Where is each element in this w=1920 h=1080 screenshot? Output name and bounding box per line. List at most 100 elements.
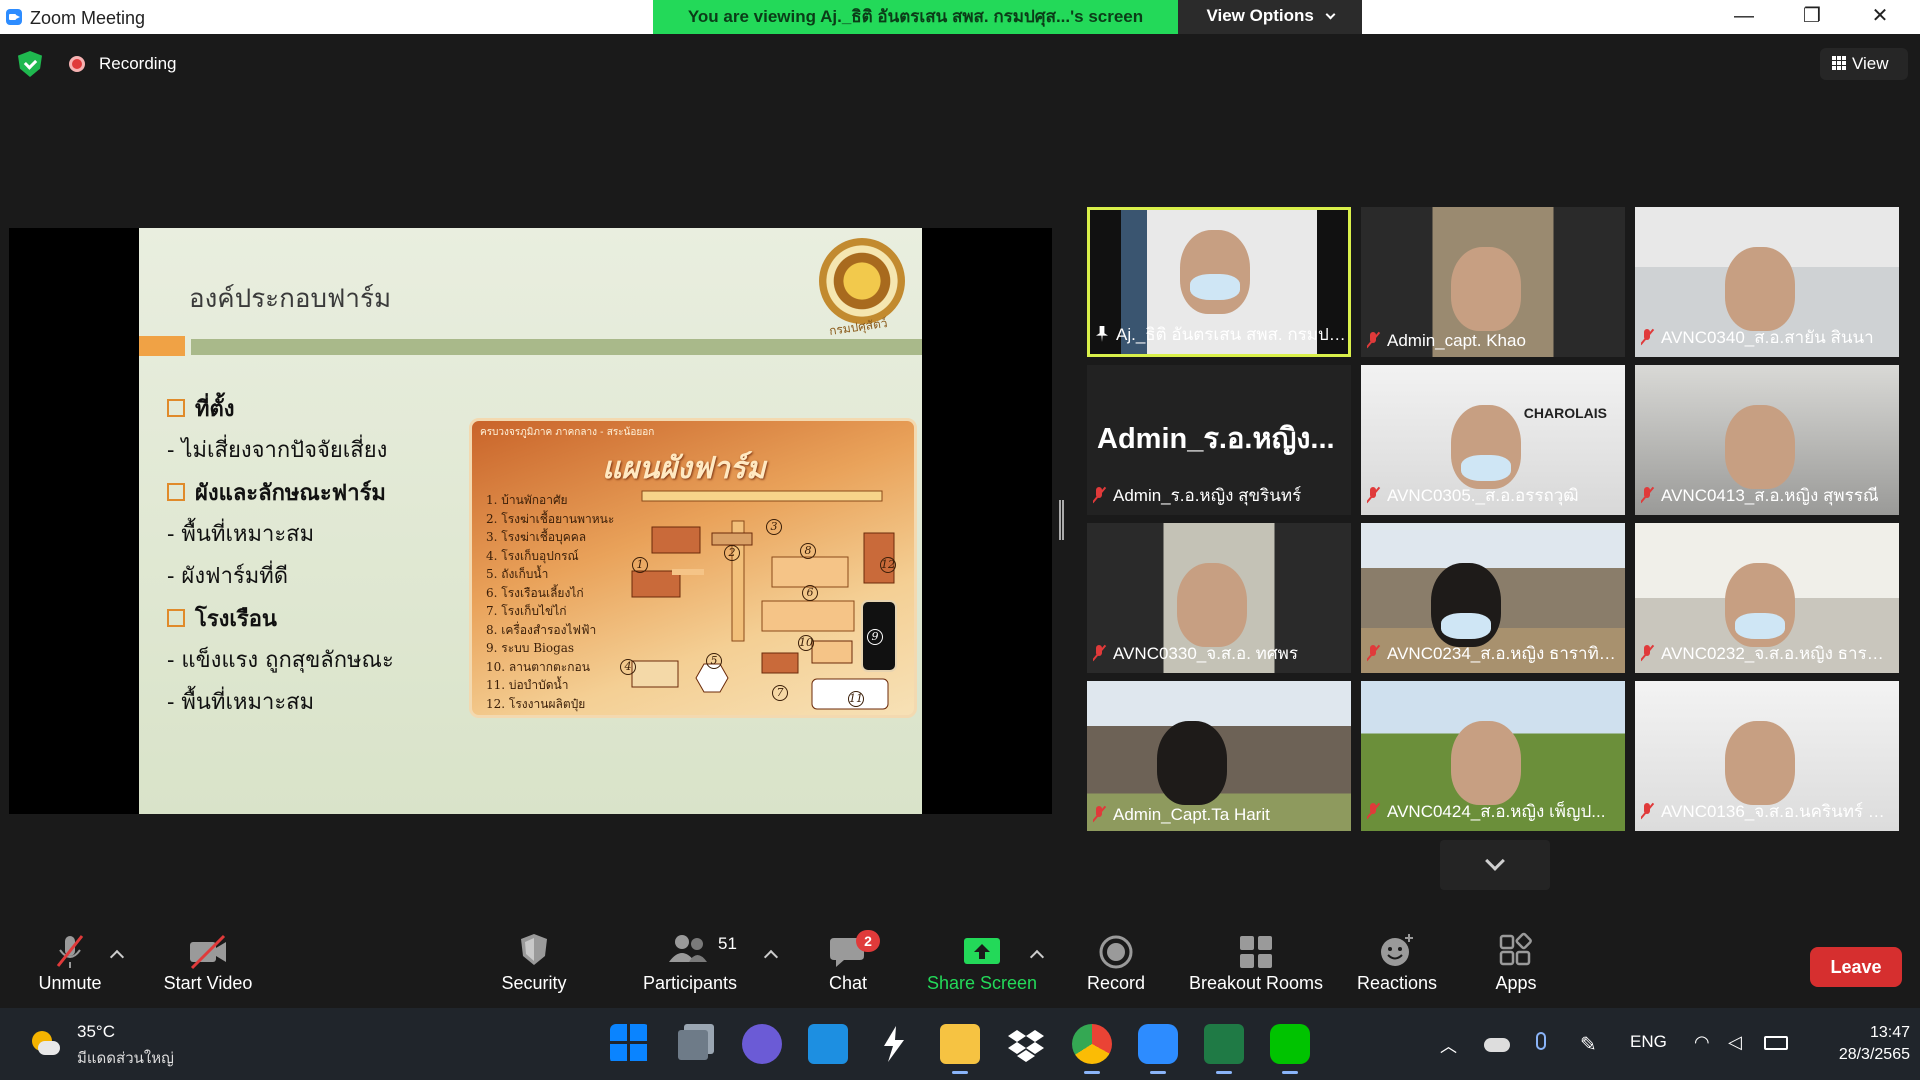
file-explorer-icon[interactable] (940, 1024, 980, 1074)
farm-map-number: 7 (772, 685, 788, 701)
participant-video (1177, 563, 1247, 647)
chrome-icon[interactable] (1072, 1024, 1112, 1074)
participant-tile[interactable]: AVNC0234_ส.อ.หญิง ธาราทิพ... (1361, 523, 1625, 673)
task-view-icon[interactable] (678, 1030, 708, 1060)
participant-name-label: AVNC0234_ส.อ.หญิง ธาราทิพ... (1367, 640, 1617, 667)
farm-map-number: 11 (848, 691, 864, 707)
teams-chat-icon[interactable] (742, 1024, 782, 1064)
weather-sun-cloud-icon[interactable] (30, 1031, 60, 1059)
leave-button[interactable]: Leave (1810, 947, 1902, 987)
zoom-app-icon (6, 9, 22, 25)
participant-name-label: Admin_ร.อ.หญิง สุขรินทร์ (1093, 482, 1301, 509)
participant-tile[interactable]: Admin_Capt.Ta Harit (1087, 681, 1351, 831)
pen-icon[interactable]: ✎ (1580, 1032, 1597, 1057)
view-button[interactable]: View (1820, 48, 1908, 80)
participant-video (1451, 721, 1521, 805)
speaker-icon[interactable]: ◁ (1728, 1032, 1742, 1053)
weather-temperature[interactable]: 35°C (77, 1022, 115, 1042)
system-clock[interactable]: 13:47 28/3/2565 (1818, 1022, 1910, 1066)
participant-name-label: AVNC0424_ส.อ.หญิง เพ็ญป... (1367, 798, 1605, 825)
participant-name-card: Admin_ร.อ.หญิง... (1097, 423, 1335, 455)
close-button[interactable]: ✕ (1846, 0, 1914, 34)
face-mask (1461, 455, 1511, 481)
slide-bullet-item: - พื้นที่เหมาะสม (167, 690, 315, 715)
panel-resize-handle[interactable] (1059, 500, 1064, 540)
recording-label[interactable]: Recording (99, 54, 177, 74)
participant-tile[interactable]: AVNC0424_ส.อ.หญิง เพ็ญป... (1361, 681, 1625, 831)
participant-tile[interactable]: Aj._ธิติ อันตรเสน สพส. กรมปศุส... (1087, 207, 1351, 357)
participant-tile[interactable]: AVNC0413_ส.อ.หญิง สุพรรณี (1635, 365, 1899, 515)
maximize-button[interactable]: ❐ (1778, 0, 1846, 34)
participant-tile[interactable]: Admin_ร.อ.หญิง... Admin_ร.อ.หญิง สุขรินทร… (1087, 365, 1351, 515)
clock-date: 28/3/2565 (1838, 1046, 1910, 1063)
security-button[interactable]: Security (486, 920, 582, 1008)
mic-off-icon (1093, 806, 1105, 822)
onedrive-cloud-icon[interactable] (1484, 1038, 1510, 1052)
face-mask (1735, 613, 1785, 639)
farm-map-number: 8 (800, 543, 816, 559)
bolt-app-icon[interactable] (874, 1024, 914, 1064)
participant-video (1451, 247, 1521, 331)
participants-button[interactable]: 51 Participants (630, 920, 750, 1008)
more-participants-button[interactable] (1440, 840, 1550, 890)
participant-name: Admin_Capt.Ta Harit (1113, 805, 1270, 824)
share-screen-button[interactable]: Share Screen (920, 920, 1044, 1008)
mail-icon[interactable] (808, 1024, 848, 1064)
line-app-icon[interactable] (1270, 1024, 1310, 1074)
breakout-rooms-button[interactable]: Breakout Rooms (1180, 920, 1332, 1008)
apps-label: Apps (1495, 973, 1537, 993)
windows-taskbar: 35°C มีแดดส่วนใหญ่ ︿ ✎ ENG ◠ ◁ 13:47 28/… (0, 1008, 1920, 1080)
participant-name: AVNC0340_ส.อ.สายัน สินนา (1661, 328, 1874, 347)
wifi-icon[interactable]: ◠ (1694, 1032, 1710, 1053)
participant-name: AVNC0136_จ.ส.อ.นครินทร์ สมิ... (1661, 802, 1891, 821)
encryption-shield-icon[interactable] (18, 51, 42, 77)
shared-screen[interactable]: องค์ประกอบฟาร์ม กรมปศุสัตว์ ที่ตั้ง - ไม่… (9, 228, 1052, 814)
record-icon (1099, 935, 1133, 969)
pin-icon (1096, 326, 1108, 342)
recording-icon[interactable] (69, 56, 85, 72)
participant-name: AVNC0330_จ.ส.อ. ทศพร (1113, 644, 1299, 663)
battery-icon[interactable] (1764, 1036, 1788, 1050)
view-options-button[interactable]: View Options (1178, 0, 1362, 34)
participant-video (1725, 721, 1795, 805)
language-indicator[interactable]: ENG (1630, 1032, 1667, 1052)
participant-tile[interactable]: AVNC0330_จ.ส.อ. ทศพร (1087, 523, 1351, 673)
zoom-taskbar-icon[interactable] (1138, 1024, 1178, 1074)
participant-tile[interactable]: AVNC0136_จ.ส.อ.นครินทร์ สมิ... (1635, 681, 1899, 831)
participant-name-label: AVNC0305._ส.อ.อรรถวุฒิ (1367, 482, 1579, 509)
weather-description[interactable]: มีแดดส่วนใหญ่ (77, 1046, 174, 1070)
participant-name: Admin_capt. Khao (1387, 331, 1526, 350)
minimize-button[interactable]: — (1710, 0, 1778, 34)
viewing-banner: You are viewing Aj._ธิติ อันตรเสน สพส. ก… (653, 0, 1178, 34)
window-title: Zoom Meeting (30, 8, 146, 28)
record-button[interactable]: Record (1076, 920, 1156, 1008)
reactions-button[interactable]: Reactions (1350, 920, 1444, 1008)
unmute-button[interactable]: Unmute (20, 920, 120, 1008)
participant-tile[interactable]: CHAROLAIS AVNC0305._ส.อ.อรรถวุฒิ (1361, 365, 1625, 515)
slide-bullet-heading: ผังและลักษณะฟาร์ม (167, 472, 497, 514)
microphone-tray-icon[interactable] (1536, 1032, 1546, 1050)
excel-icon[interactable] (1204, 1024, 1244, 1074)
participant-video (1180, 230, 1250, 314)
participant-name-label: Admin_Capt.Ta Harit (1093, 805, 1270, 825)
participant-video (1725, 247, 1795, 331)
participant-tile[interactable]: Admin_capt. Khao (1361, 207, 1625, 357)
participants-options-caret[interactable] (763, 949, 779, 965)
apps-button[interactable]: Apps (1476, 920, 1556, 1008)
farm-map-number: 3 (766, 519, 782, 535)
farm-layout-diagram: ครบวงจรภูมิภาค ภาคกลาง - สระน้อยอก แผนผั… (469, 418, 917, 718)
participant-name-label: AVNC0136_จ.ส.อ.นครินทร์ สมิ... (1641, 798, 1891, 825)
start-video-button[interactable]: Start Video (150, 920, 266, 1008)
farm-map-number: 10 (798, 635, 814, 651)
windows-start-icon[interactable] (610, 1024, 650, 1064)
security-shield-icon (521, 934, 547, 965)
tray-expand-chevron-icon[interactable]: ︿ (1440, 1032, 1457, 1057)
participant-tile[interactable]: AVNC0340_ส.อ.สายัน สินนา (1635, 207, 1899, 357)
farm-map-number: 1 (632, 557, 648, 573)
clock-time: 13:47 (1869, 1024, 1910, 1041)
dropbox-icon[interactable] (1006, 1024, 1046, 1064)
meeting-top-bar: Recording View (0, 34, 1920, 94)
reactions-smile-icon (1381, 934, 1413, 966)
participant-tile[interactable]: AVNC0232_จ.ส.อ.หญิง ธารธิดา (1635, 523, 1899, 673)
mic-off-icon (1641, 645, 1653, 661)
